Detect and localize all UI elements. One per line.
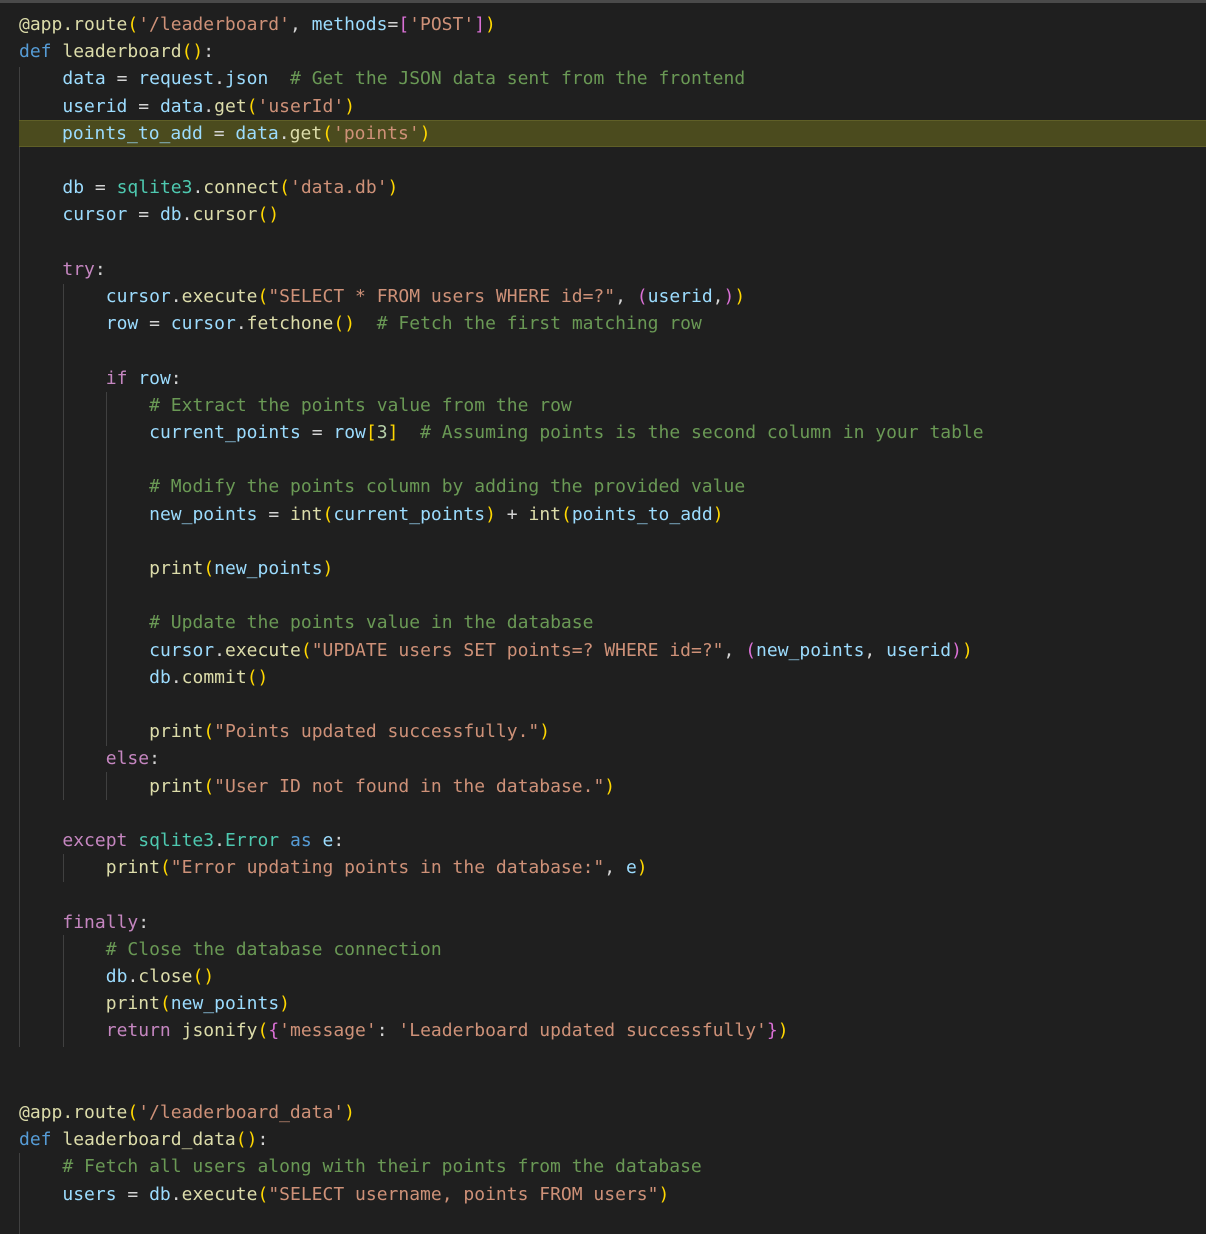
code-line[interactable] [0,1208,1206,1234]
code-editor[interactable]: @app.route('/leaderboard', methods=['POS… [0,0,1206,1234]
code-line[interactable]: data = request.json # Get the JSON data … [0,65,1206,92]
code-line-text: def leaderboard(): [19,41,215,63]
code-line-text: print("User ID not found in the database… [149,775,616,797]
code-line-text: print("Points updated successfully.") [149,721,551,743]
code-line[interactable]: else: [0,745,1206,772]
code-line[interactable] [0,1072,1206,1099]
code-line-text: @app.route('/leaderboard', methods=['POS… [19,14,496,35]
code-line-text: else: [105,748,160,770]
code-line-text: print("Error updating points in the data… [105,857,648,879]
code-line[interactable]: db.commit() [0,664,1206,691]
code-line[interactable]: users = db.execute("SELECT username, poi… [0,1181,1206,1208]
code-line-text: cursor.execute("SELECT * FROM users WHER… [105,286,746,307]
code-line[interactable] [0,147,1206,174]
code-line[interactable]: cursor.execute("UPDATE users SET points=… [0,637,1206,664]
code-line-text: print(new_points) [149,558,334,579]
code-line-text: try: [62,258,106,280]
code-line[interactable]: @app.route('/leaderboard_data') [0,1099,1206,1126]
code-line-text: data = request.json # Get the JSON data … [62,68,746,90]
code-line-text: # Modify the points column by adding the… [149,476,746,498]
code-line-text: points_to_add = data.get('points') [62,122,431,144]
code-line[interactable]: cursor.execute("SELECT * FROM users WHER… [0,283,1206,310]
code-line[interactable]: if row: [0,365,1206,392]
code-line[interactable]: db = sqlite3.connect('data.db') [0,174,1206,201]
code-line-text: finally: [62,911,150,933]
code-line[interactable]: return jsonify({'message': 'Leaderboard … [0,1017,1206,1044]
code-line-text: current_points = row[3] # Assuming point… [149,422,984,443]
code-line[interactable]: cursor = db.cursor() [0,201,1206,228]
code-line[interactable] [0,337,1206,364]
code-line[interactable]: def leaderboard(): [0,38,1206,65]
code-line[interactable]: current_points = row[3] # Assuming point… [0,419,1206,446]
code-line[interactable] [0,582,1206,609]
code-line[interactable]: print("Error updating points in the data… [0,854,1206,881]
code-line-text: # Close the database connection [105,938,442,960]
code-line-text: cursor = db.cursor() [62,204,280,226]
code-line[interactable] [0,881,1206,908]
code-line[interactable] [0,800,1206,827]
code-line[interactable]: @app.route('/leaderboard', methods=['POS… [0,11,1206,38]
code-line[interactable]: # Close the database connection [0,936,1206,963]
code-line-text: row = cursor.fetchone() # Fetch the firs… [105,313,702,335]
code-line[interactable]: print("User ID not found in the database… [0,773,1206,800]
code-line[interactable] [0,229,1206,256]
code-line-text: new_points = int(current_points) + int(p… [149,503,724,525]
code-line[interactable]: new_points = int(current_points) + int(p… [0,501,1206,528]
code-line-text: userid = data.get('userId') [62,95,356,117]
code-line[interactable]: # Modify the points column by adding the… [0,473,1206,500]
code-line-text: # Extract the points value from the row [149,394,572,416]
code-line[interactable]: row = cursor.fetchone() # Fetch the firs… [0,310,1206,337]
code-line-text: cursor.execute("UPDATE users SET points=… [149,639,973,661]
code-line-text: if row: [105,367,182,389]
code-line[interactable]: except sqlite3.Error as e: [0,827,1206,854]
code-line[interactable]: finally: [0,909,1206,936]
code-line[interactable]: print(new_points) [0,990,1206,1017]
code-line[interactable]: # Fetch all users along with their point… [0,1153,1206,1180]
highlighted-code-line[interactable]: points_to_add = data.get('points') [19,119,1206,147]
code-line[interactable]: print(new_points) [0,555,1206,582]
code-line-text: db = sqlite3.connect('data.db') [62,177,399,199]
code-line[interactable]: # Extract the points value from the row [0,392,1206,419]
code-line[interactable]: userid = data.get('userId') [0,93,1206,120]
code-line[interactable]: db.close() [0,963,1206,990]
code-line-text: # Fetch all users along with their point… [62,1156,702,1178]
code-line-text: db.commit() [149,666,269,688]
code-line[interactable] [0,691,1206,718]
code-line-text: @app.route('/leaderboard_data') [19,1102,355,1123]
code-line-text: def leaderboard_data(): [19,1129,269,1151]
code-line[interactable] [0,1045,1206,1072]
code-line-text: users = db.execute("SELECT username, poi… [62,1183,670,1205]
code-line[interactable]: print("Points updated successfully.") [0,718,1206,745]
code-line[interactable] [0,446,1206,473]
code-line[interactable]: def leaderboard_data(): [0,1126,1206,1153]
code-line[interactable]: # Update the points value in the databas… [0,609,1206,636]
code-line-text: except sqlite3.Error as e: [62,830,345,851]
code-line-text: # Update the points value in the databas… [149,612,594,634]
code-line-text: db.close() [105,966,215,987]
code-line-text: return jsonify({'message': 'Leaderboard … [105,1020,789,1042]
code-line[interactable]: try: [0,256,1206,283]
code-line[interactable] [0,528,1206,555]
code-line-text: print(new_points) [105,993,290,1015]
